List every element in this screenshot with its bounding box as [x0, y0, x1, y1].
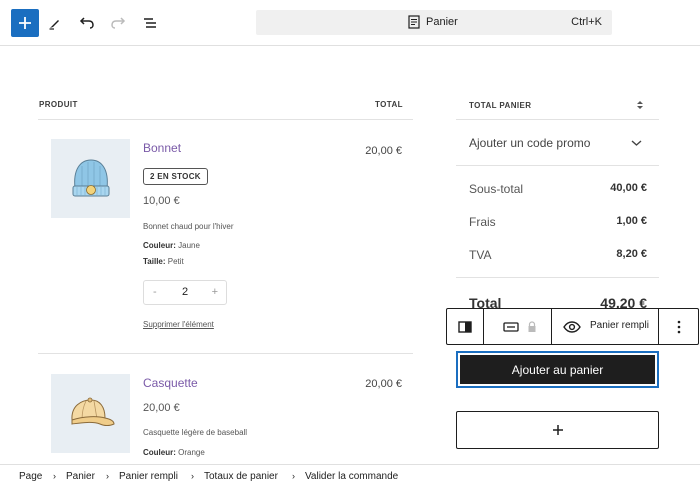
editor-top-toolbar: Panier Ctrl+K [0, 0, 700, 46]
attribute-label: Taille: [143, 257, 166, 266]
breadcrumb-item[interactable]: Valider la commande [305, 471, 398, 482]
divider [38, 353, 413, 354]
undo-icon [79, 17, 94, 29]
tools-button[interactable] [41, 9, 69, 37]
product-description: Casquette légère de baseball [143, 428, 248, 437]
breadcrumb-item[interactable]: Panier [66, 471, 95, 482]
command-palette-label: Panier [426, 16, 458, 28]
document-icon [408, 15, 420, 29]
subtotal-label: Sous-total [469, 182, 524, 196]
line-total: 20,00 € [365, 145, 402, 157]
breadcrumb-item[interactable]: Panier rempli [119, 471, 178, 482]
product-name-link[interactable]: Bonnet [143, 141, 181, 155]
add-to-cart-label: Ajouter au panier [460, 355, 655, 384]
block-type-button[interactable] [490, 309, 550, 344]
columns-icon [458, 320, 472, 333]
view-switcher-label: Panier rempli [590, 320, 649, 331]
tax-label: TVA [469, 248, 492, 262]
plus-icon [552, 425, 563, 435]
pencil-icon [49, 20, 59, 30]
cart-totals-heading: TOTAL PANIER [469, 101, 532, 110]
sort-arrows-icon[interactable] [636, 100, 644, 110]
product-image-bonnet[interactable] [51, 139, 130, 218]
divider [38, 119, 413, 120]
block-type-icon [503, 321, 519, 332]
attribute-value: Orange [175, 448, 205, 457]
block-toolbar [446, 308, 699, 345]
quantity-stepper: - 2 + [143, 280, 227, 305]
product-attribute-size: Taille: Petit [143, 257, 184, 266]
divider [456, 119, 659, 120]
chevron-right-icon: › [292, 471, 295, 481]
chevron-down-icon[interactable] [631, 139, 642, 147]
eye-icon [563, 321, 581, 333]
chevron-right-icon: › [191, 471, 194, 481]
lock-icon [528, 320, 536, 332]
breadcrumb-item[interactable]: Page [19, 471, 42, 482]
more-options-button[interactable] [659, 309, 699, 344]
add-block-button[interactable] [11, 9, 39, 37]
breadcrumb-item[interactable]: Totaux de panier [204, 471, 278, 482]
add-to-cart-button[interactable]: Ajouter au panier [456, 351, 659, 388]
block-appender-button[interactable] [456, 411, 659, 449]
command-palette-shortcut: Ctrl+K [571, 16, 602, 28]
redo-icon [111, 17, 126, 29]
product-description: Bonnet chaud pour l'hiver [143, 222, 234, 231]
undo-button[interactable] [73, 9, 101, 37]
block-breadcrumb: Page › Panier › Panier rempli › Totaux d… [0, 464, 700, 486]
list-view-button[interactable] [136, 9, 164, 37]
redo-button[interactable] [104, 9, 132, 37]
product-attribute-color: Couleur: Orange [143, 448, 205, 457]
quantity-increase-button[interactable]: + [212, 286, 218, 298]
attribute-value: Jaune [175, 241, 200, 250]
more-vertical-icon [677, 320, 681, 333]
list-view-icon [144, 18, 156, 28]
attribute-value: Petit [165, 257, 184, 266]
coupon-toggle[interactable]: Ajouter un code promo [469, 136, 590, 150]
toolbar-separator [483, 309, 484, 344]
product-attribute-color: Couleur: Jaune [143, 241, 200, 250]
remove-item-link[interactable]: Supprimer l'élément [143, 320, 214, 329]
fees-value: 1,00 € [616, 215, 647, 227]
quantity-input[interactable]: 2 [182, 286, 188, 298]
product-name-link[interactable]: Casquette [143, 376, 198, 390]
fees-label: Frais [469, 215, 496, 229]
cap-image [70, 397, 115, 426]
product-price: 10,00 € [143, 195, 180, 207]
attribute-label: Couleur: [143, 241, 176, 250]
quantity-decrease-button[interactable]: - [153, 286, 157, 298]
chevron-right-icon: › [53, 471, 56, 481]
beanie-image [72, 158, 109, 196]
parent-block-button[interactable] [447, 309, 483, 344]
line-total: 20,00 € [365, 378, 402, 390]
column-header-total: TOTAL [375, 100, 403, 109]
chevron-right-icon: › [106, 471, 109, 481]
divider [456, 165, 659, 166]
attribute-label: Couleur: [143, 448, 176, 457]
product-image-casquette[interactable] [51, 374, 130, 453]
subtotal-value: 40,00 € [610, 182, 647, 194]
stock-badge: 2 EN STOCK [143, 168, 208, 185]
product-price: 20,00 € [143, 402, 180, 414]
column-header-product: PRODUIT [39, 100, 78, 109]
divider [456, 277, 659, 278]
plus-icon [19, 17, 31, 29]
tax-value: 8,20 € [616, 248, 647, 260]
command-palette-button[interactable]: Panier Ctrl+K [256, 10, 612, 35]
